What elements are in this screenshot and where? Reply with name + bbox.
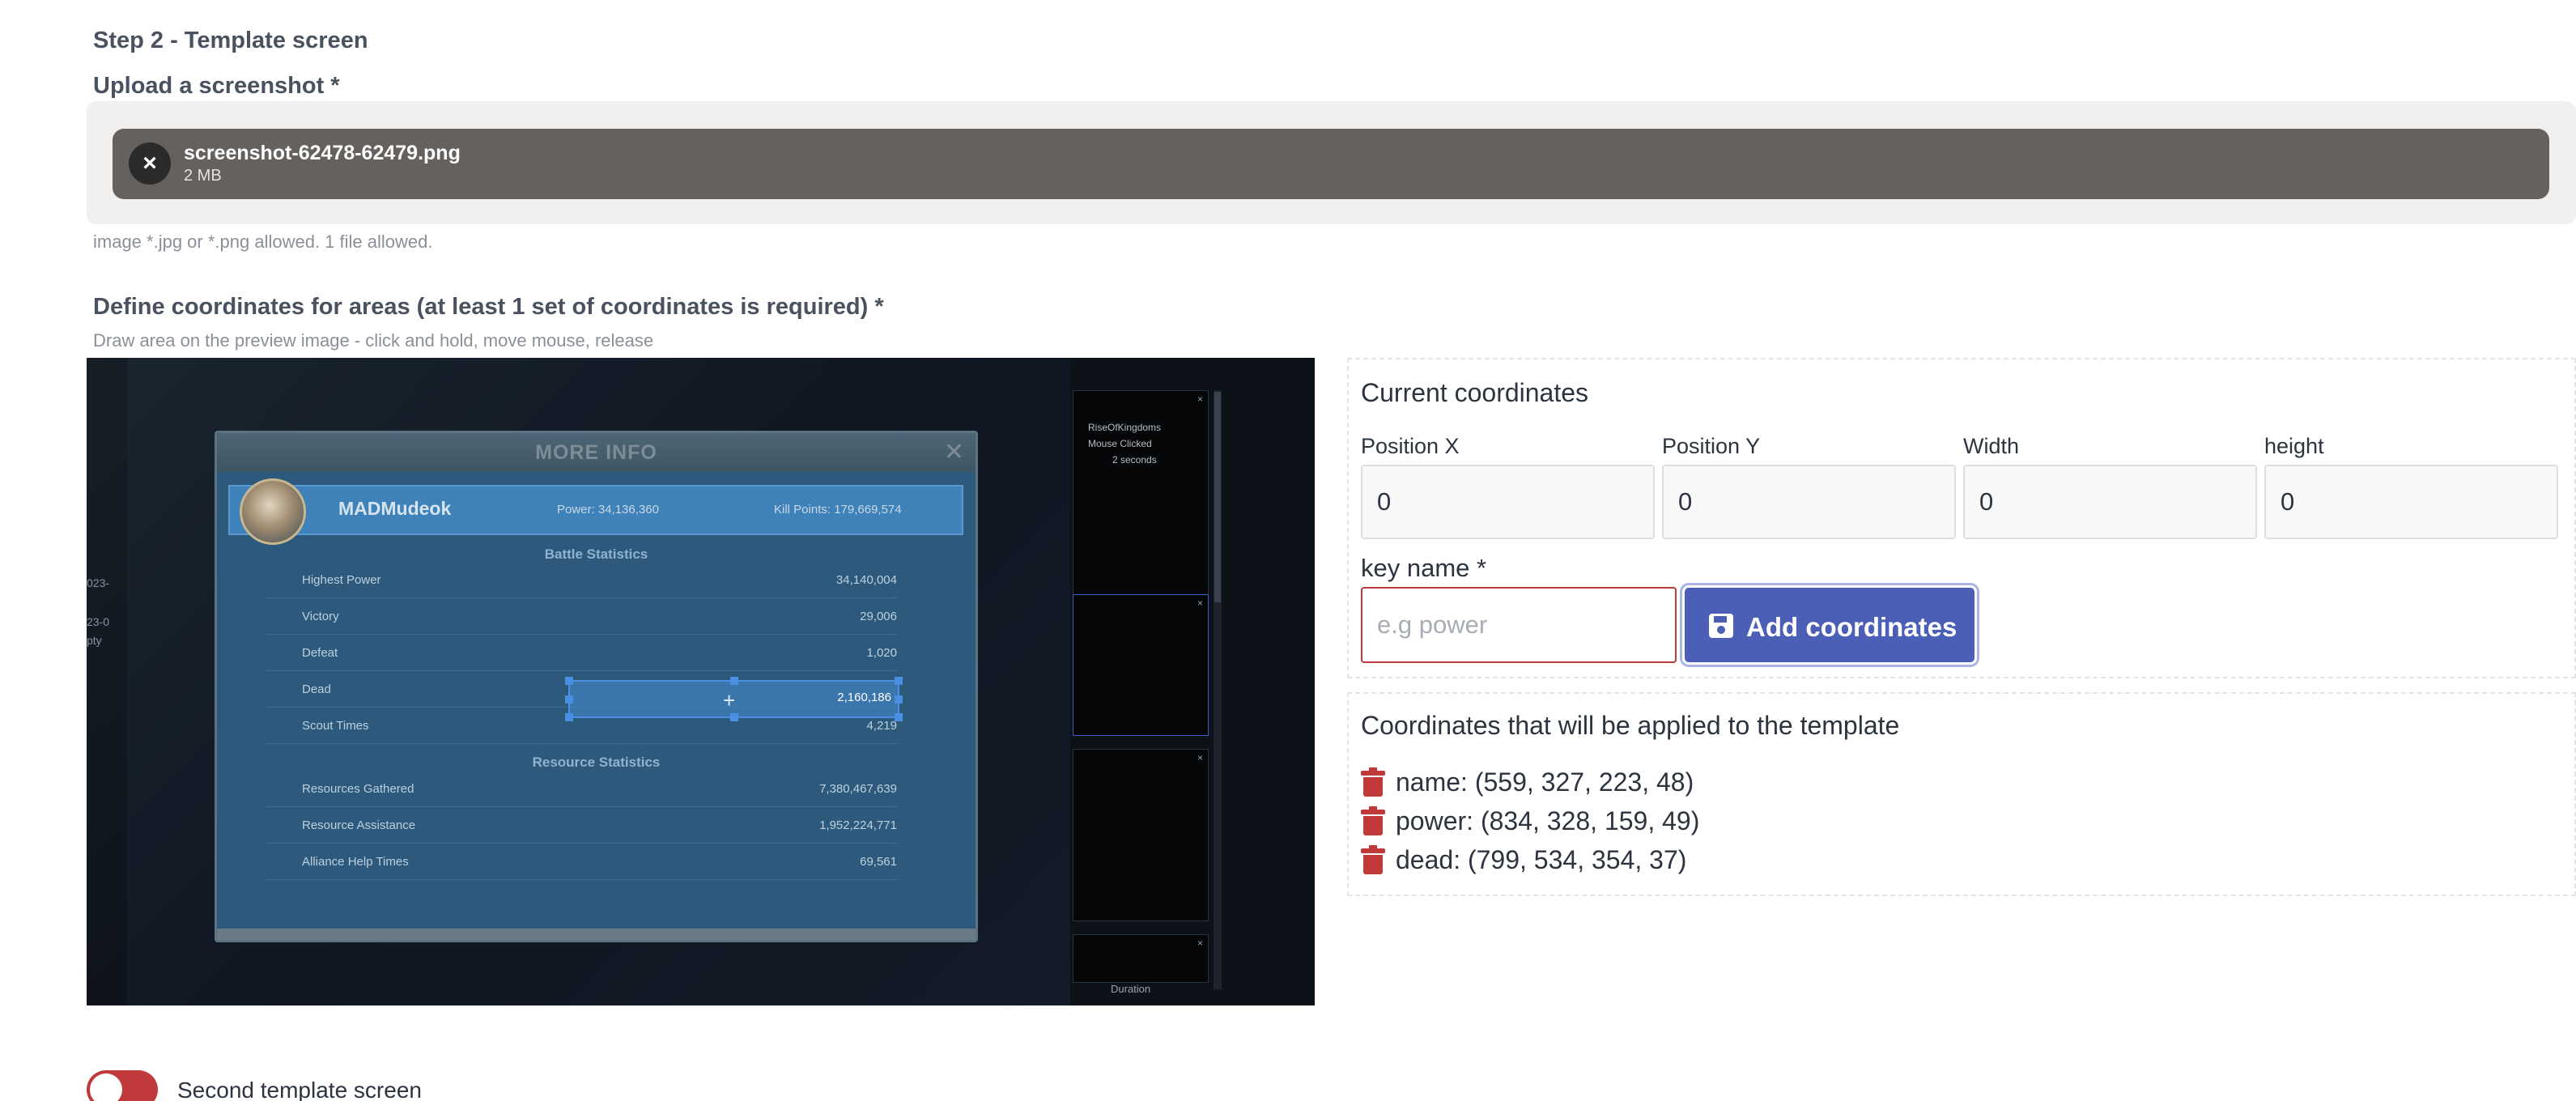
resize-handle[interactable]: [730, 677, 738, 685]
stat-value: 1,952,224,771: [819, 818, 897, 832]
trash-icon[interactable]: [1361, 845, 1385, 874]
selection-box[interactable]: + 2,160,186: [565, 677, 903, 721]
step-title: Step 2 - Template screen: [93, 28, 368, 53]
stat-label: Scout Times: [302, 719, 369, 733]
close-icon: ×: [1197, 393, 1203, 405]
move-icon: +: [723, 688, 736, 712]
panel-text: Mouse Clicked: [1088, 438, 1152, 449]
toggle-knob: [90, 1073, 122, 1101]
preview-panel: ×: [1073, 934, 1209, 983]
position-x-label: Position X: [1361, 434, 1460, 458]
selected-value: 2,160,186: [837, 691, 891, 704]
stat-label: Alliance Help Times: [302, 855, 409, 869]
preview-scroll-thumb: [1214, 392, 1221, 602]
resize-handle[interactable]: [565, 695, 573, 704]
duration-label: Duration: [1111, 983, 1151, 995]
position-y-label: Position Y: [1662, 434, 1761, 458]
upload-hint: image *.jpg or *.png allowed. 1 file all…: [93, 232, 433, 252]
resource-stats-title: Resource Statistics: [532, 755, 661, 770]
stat-value: 34,140,004: [835, 573, 897, 587]
preview-left-text: 023-: [87, 576, 110, 589]
coordinates-title: Define coordinates for areas (at least 1…: [93, 294, 884, 320]
preview-image[interactable]: 023- 23-0 pty × RiseOfKingdoms Mouse Cli…: [87, 358, 1315, 1005]
stat-row: Resource Assistance 1,952,224,771: [266, 808, 897, 844]
preview-left-text: pty: [87, 634, 102, 647]
resize-handle[interactable]: [895, 677, 903, 685]
position-y-field[interactable]: [1662, 465, 1956, 539]
second-template-label: Second template screen: [177, 1078, 422, 1101]
preview-left-text: 23-0: [87, 615, 110, 628]
player-name: MADMudeok: [338, 498, 452, 519]
stat-row: Resources Gathered 7,380,467,639: [266, 772, 897, 807]
coordinate-text: dead: (799, 534, 354, 37): [1396, 845, 1687, 874]
battle-stats-title: Battle Statistics: [544, 546, 648, 562]
dialog-title: MORE INFO: [535, 441, 657, 464]
resize-handle[interactable]: [895, 713, 903, 721]
current-coordinates-title: Current coordinates: [1361, 378, 1589, 407]
width-label: Width: [1963, 434, 2020, 458]
width-field[interactable]: [1963, 465, 2257, 539]
preview-panel: ×: [1073, 594, 1209, 736]
preview-left-strip: 023- 23-0 pty: [87, 358, 127, 1005]
save-icon: [1709, 614, 1733, 638]
player-power: Power: 34,136,360: [557, 503, 659, 516]
file-name: screenshot-62478-62479.png: [184, 142, 461, 164]
stat-row: Alliance Help Times 69,561: [266, 844, 897, 880]
resize-handle[interactable]: [565, 677, 573, 685]
coordinate-text: name: (559, 327, 223, 48): [1396, 767, 1694, 797]
resize-handle[interactable]: [730, 713, 738, 721]
upload-label: Upload a screenshot *: [93, 73, 340, 99]
preview-panel: × RiseOfKingdoms Mouse Clicked 2 seconds: [1073, 390, 1209, 610]
trash-icon[interactable]: [1361, 806, 1385, 835]
dialog-footer: [217, 929, 976, 940]
coordinates-hint: Draw area on the preview image - click a…: [93, 330, 654, 351]
stat-row: Victory 29,006: [266, 599, 897, 635]
stat-value: 69,561: [860, 855, 897, 869]
applied-coordinates-title: Coordinates that will be applied to the …: [1361, 711, 1900, 740]
trash-icon[interactable]: [1361, 767, 1385, 797]
stat-value: 7,380,467,639: [819, 782, 897, 796]
stat-value: 29,006: [860, 610, 897, 623]
file-size: 2 MB: [184, 167, 222, 185]
stat-label: Resource Assistance: [302, 818, 416, 832]
stat-value: 1,020: [866, 646, 897, 660]
stat-row: Defeat 1,020: [266, 636, 897, 671]
stat-label: Resources Gathered: [302, 782, 414, 796]
close-icon: ×: [1197, 597, 1203, 609]
panel-text: 2 seconds: [1112, 454, 1157, 465]
second-template-toggle[interactable]: [87, 1070, 158, 1101]
coordinate-text: power: (834, 328, 159, 49): [1396, 806, 1700, 835]
key-name-input[interactable]: [1361, 587, 1677, 663]
player-kill-points: Kill Points: 179,669,574: [774, 503, 902, 516]
position-x-field[interactable]: [1361, 465, 1655, 539]
preview-panel: ×: [1073, 749, 1209, 921]
remove-file-button[interactable]: ×: [129, 142, 171, 185]
add-coordinates-label: Add coordinates: [1746, 612, 1958, 642]
uploaded-file-item: × screenshot-62478-62479.png 2 MB: [113, 129, 2549, 199]
stat-row: Highest Power 34,140,004: [266, 563, 897, 598]
resize-handle[interactable]: [565, 713, 573, 721]
close-icon: ✕: [943, 439, 964, 465]
resize-handle[interactable]: [895, 695, 903, 704]
stat-label: Dead: [302, 682, 331, 696]
height-label: height: [2264, 434, 2324, 458]
panel-text: RiseOfKingdoms: [1088, 422, 1162, 433]
height-field[interactable]: [2264, 465, 2558, 539]
key-name-label: key name *: [1361, 554, 1487, 582]
stat-label: Highest Power: [302, 573, 381, 587]
close-icon: ×: [1197, 937, 1203, 949]
stat-label: Defeat: [302, 646, 338, 660]
avatar: [240, 478, 306, 545]
stat-label: Victory: [302, 610, 339, 623]
add-coordinates-button[interactable]: Add coordinates: [1680, 583, 1979, 667]
close-icon: ×: [1197, 752, 1203, 763]
stat-value: 4,219: [866, 719, 897, 733]
